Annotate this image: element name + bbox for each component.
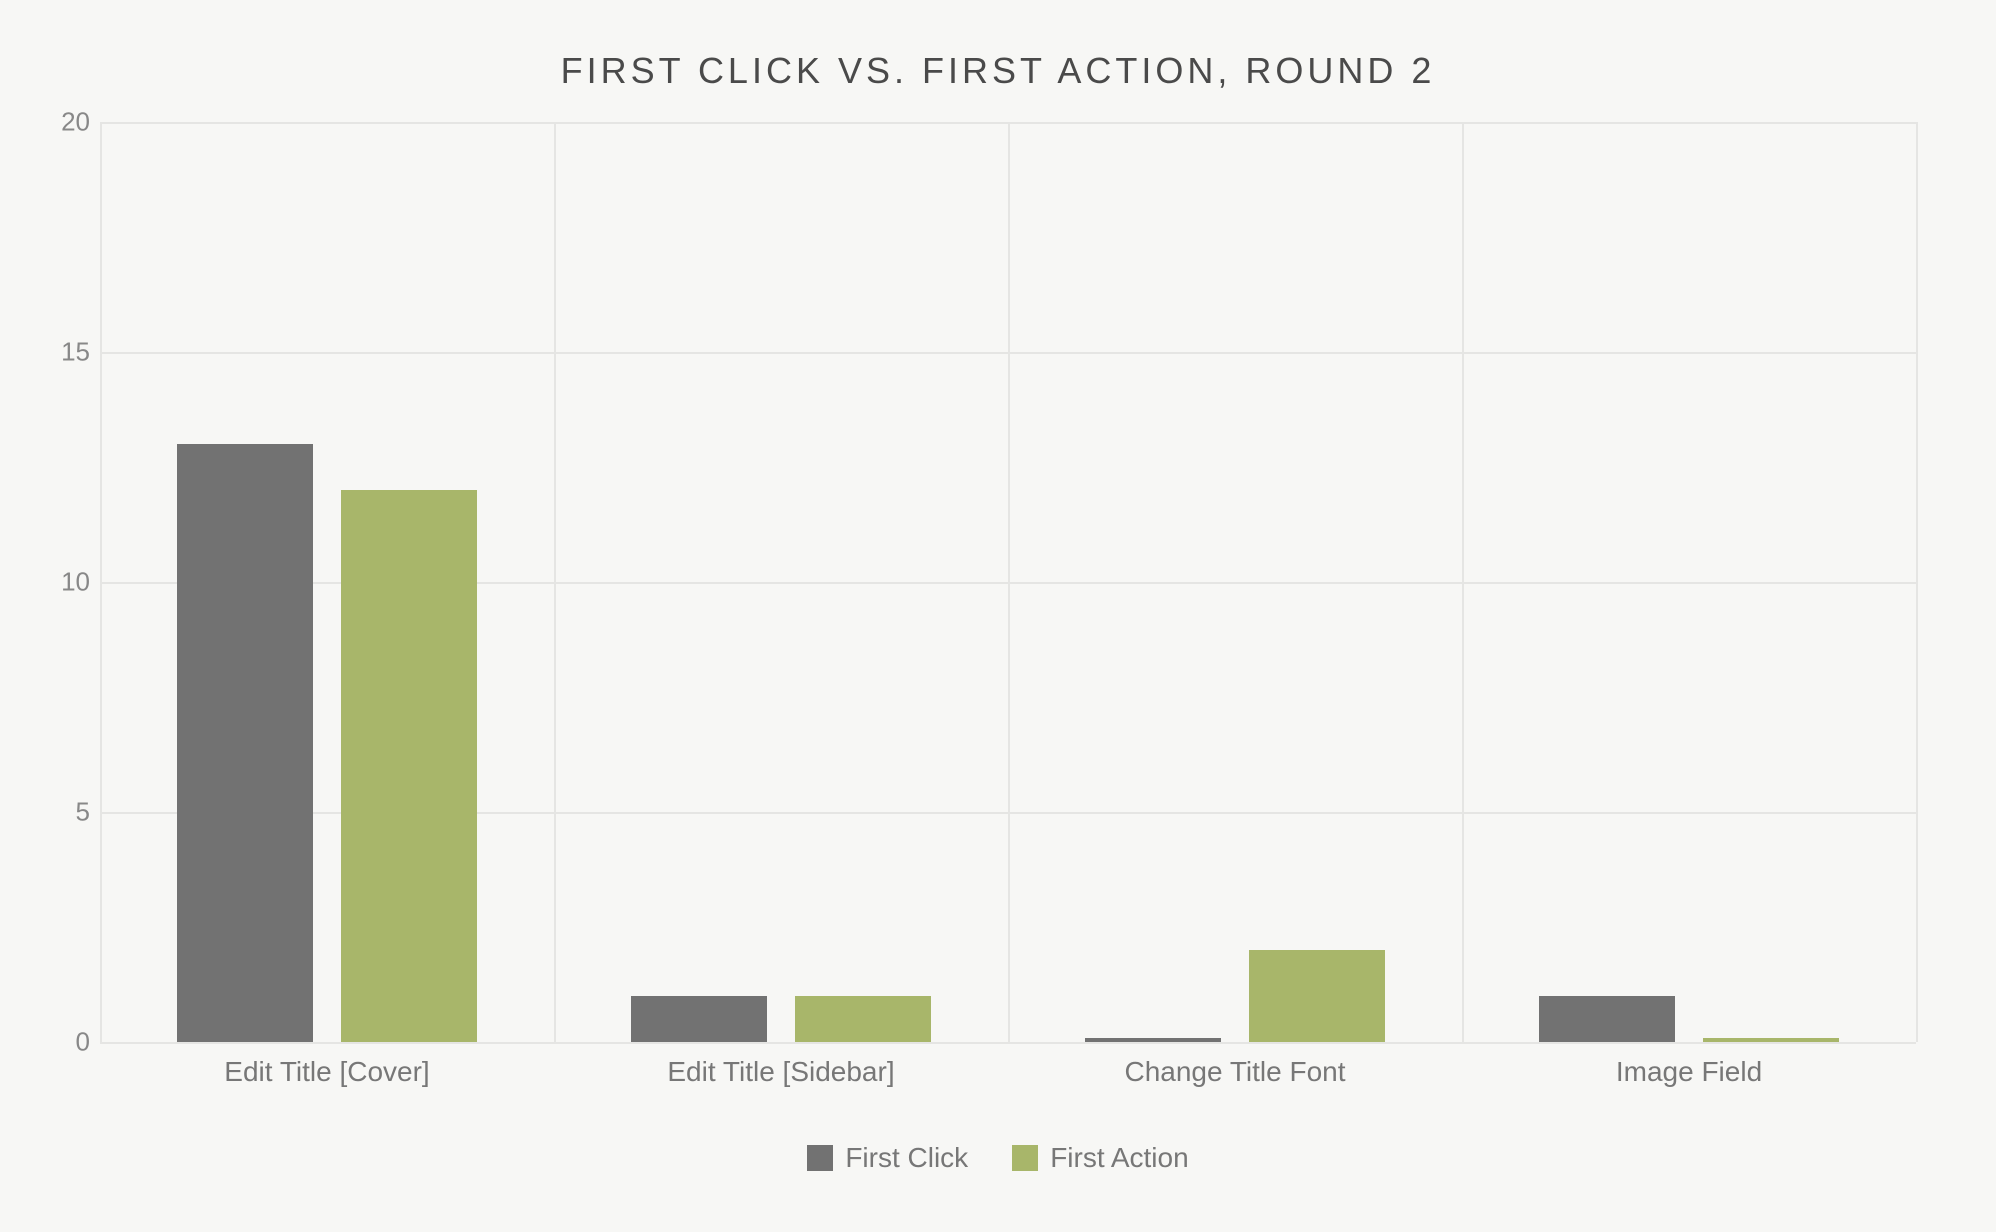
bar-group (100, 122, 554, 1042)
bar (795, 996, 931, 1042)
legend-swatch (1012, 1145, 1038, 1171)
x-tick-label: Change Title Font (1124, 1056, 1345, 1088)
legend-label: First Click (845, 1142, 968, 1174)
legend-label: First Action (1050, 1142, 1188, 1174)
bar-group (1462, 122, 1916, 1042)
y-tick-label: 20 (40, 107, 90, 138)
bar (341, 490, 477, 1042)
y-tick-label: 0 (40, 1027, 90, 1058)
bar-group (1008, 122, 1462, 1042)
legend-item: First Action (1012, 1142, 1188, 1174)
bar (631, 996, 767, 1042)
x-tick-label: Edit Title [Sidebar] (667, 1056, 894, 1088)
y-tick-label: 5 (40, 797, 90, 828)
chart-container: FIRST CLICK VS. FIRST ACTION, ROUND 2 05… (0, 0, 1996, 1232)
legend-item: First Click (807, 1142, 968, 1174)
chart-title: FIRST CLICK VS. FIRST ACTION, ROUND 2 (40, 50, 1956, 92)
x-tick-label: Edit Title [Cover] (224, 1056, 429, 1088)
y-axis: 05101520 (40, 122, 90, 1042)
bars (100, 122, 1916, 1042)
bar (177, 444, 313, 1042)
bar (1539, 996, 1675, 1042)
x-axis-labels: Edit Title [Cover] Edit Title [Sidebar] Ch… (100, 1042, 1916, 1102)
y-tick-label: 15 (40, 337, 90, 368)
bar-group (554, 122, 1008, 1042)
plot-area: 05101520 (100, 122, 1916, 1042)
v-gridline (1916, 122, 1918, 1042)
y-tick-label: 10 (40, 567, 90, 598)
legend: First Click First Action (40, 1142, 1956, 1176)
bar (1249, 950, 1385, 1042)
x-tick-label: Image Field (1616, 1056, 1762, 1088)
legend-swatch (807, 1145, 833, 1171)
